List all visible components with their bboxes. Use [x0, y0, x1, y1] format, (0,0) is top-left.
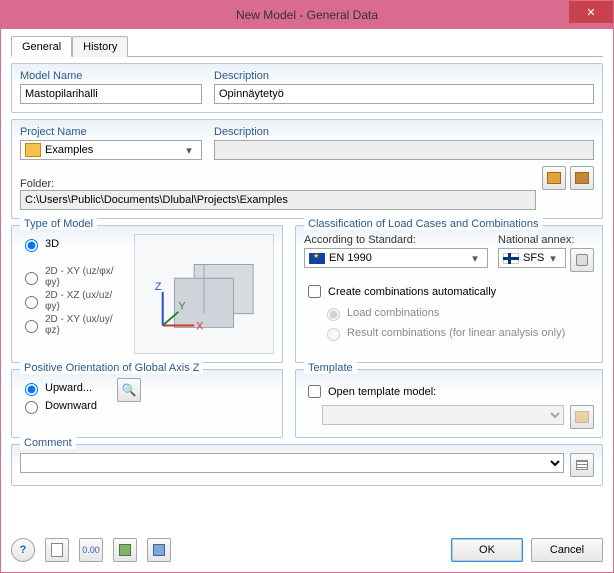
gear-icon — [576, 254, 588, 266]
chk-auto-combinations[interactable]: Create combinations automatically — [304, 282, 594, 301]
group-type-of-model: Type of Model 3D 2D - XY (uz/φx/φy) 2D -… — [11, 225, 283, 363]
model-name-label: Model Name — [20, 70, 202, 82]
template-browse-button[interactable] — [570, 405, 594, 429]
group-project: Project Name Examples ▾ Description — [11, 119, 603, 219]
group-template: Template Open template model: — [295, 369, 603, 438]
client-area: General History Model Name Description P… — [1, 29, 613, 502]
folder-label: Folder: — [20, 178, 54, 190]
group-model-name: Model Name Description — [11, 63, 603, 113]
fi-flag-icon — [503, 253, 519, 264]
chevron-down-icon: ▾ — [181, 144, 197, 157]
settings-icon — [153, 544, 165, 556]
tool-button-4[interactable] — [147, 538, 171, 562]
cancel-button[interactable]: Cancel — [531, 538, 603, 562]
chk-open-template[interactable]: Open template model: — [304, 382, 594, 401]
comment-input[interactable] — [20, 453, 564, 473]
model-name-input[interactable] — [20, 84, 202, 104]
eu-flag-icon — [309, 253, 325, 264]
tab-history[interactable]: History — [72, 36, 128, 57]
std-label: According to Standard: — [304, 234, 488, 246]
svg-text:Z: Z — [155, 281, 162, 293]
chevron-down-icon: ▾ — [467, 252, 483, 265]
folder-open-icon — [547, 172, 561, 184]
tool-button-1[interactable] — [45, 538, 69, 562]
annex-settings-button[interactable] — [570, 248, 594, 272]
standard-select[interactable]: EN 1990 ▾ — [304, 248, 488, 268]
help-icon: ? — [20, 544, 27, 556]
radio-downward[interactable]: Downward — [20, 398, 97, 414]
group-comment: Comment — [11, 444, 603, 486]
tab-strip: General History — [11, 35, 603, 57]
chevron-down-icon: ▾ — [545, 252, 561, 265]
group-orientation: Positive Orientation of Global Axis Z Up… — [11, 369, 283, 438]
tool-button-3[interactable] — [113, 538, 137, 562]
dialog-buttons: OK Cancel — [451, 538, 603, 562]
model-preview: X Y Z — [134, 234, 274, 354]
title-bar: New Model - General Data ✕ — [1, 1, 613, 29]
project-name-label: Project Name — [20, 126, 202, 138]
radio-upward[interactable]: Upward... — [20, 380, 97, 396]
project-desc-input — [214, 140, 594, 160]
database-icon — [575, 172, 589, 184]
svg-text:Y: Y — [178, 301, 185, 313]
bottom-toolbar: ? 0.00 — [11, 538, 171, 562]
template-legend: Template — [304, 362, 357, 374]
annex-label: National annex: — [498, 234, 594, 246]
folder-icon — [575, 411, 589, 423]
comment-legend: Comment — [20, 437, 76, 449]
model-desc-label: Description — [214, 70, 594, 82]
magnifier-icon: 🔍 — [121, 383, 136, 397]
folder-icon — [25, 143, 41, 157]
svg-text:X: X — [196, 320, 203, 332]
annex-select[interactable]: SFS ▾ — [498, 248, 566, 268]
project-browse-button[interactable] — [542, 166, 566, 190]
tool-button-2[interactable]: 0.00 — [79, 538, 103, 562]
add-icon — [119, 544, 131, 556]
close-icon: ✕ — [586, 6, 595, 19]
radio-load-combinations: Load combinations — [322, 305, 594, 321]
dialog-window: New Model - General Data ✕ General Histo… — [0, 0, 614, 573]
orientation-legend: Positive Orientation of Global Axis Z — [20, 362, 203, 374]
orientation-info-button[interactable]: 🔍 — [117, 378, 141, 402]
units-icon: 0.00 — [82, 545, 100, 555]
radio-result-combinations: Result combinations (for linear analysis… — [322, 325, 594, 341]
project-manager-button[interactable] — [570, 166, 594, 190]
radio-3d[interactable]: 3D — [20, 236, 122, 252]
tab-general[interactable]: General — [11, 36, 72, 57]
note-icon — [51, 543, 63, 557]
folder-input — [20, 190, 536, 210]
radio-2d-xz[interactable]: 2D - XZ (ux/uz/φy) — [20, 290, 122, 312]
close-button[interactable]: ✕ — [569, 1, 613, 23]
help-button[interactable]: ? — [11, 538, 35, 562]
type-of-model-legend: Type of Model — [20, 218, 97, 230]
group-classification: Classification of Load Cases and Combina… — [295, 225, 603, 363]
list-icon — [576, 460, 588, 470]
window-title: New Model - General Data — [236, 8, 378, 22]
ok-button[interactable]: OK — [451, 538, 523, 562]
comment-pick-button[interactable] — [570, 453, 594, 477]
classification-legend: Classification of Load Cases and Combina… — [304, 218, 543, 230]
model-desc-input[interactable] — [214, 84, 594, 104]
radio-2d-xy-1[interactable]: 2D - XY (uz/φx/φy) — [20, 266, 122, 288]
project-combo[interactable]: Examples ▾ — [20, 140, 202, 160]
template-select — [322, 405, 564, 425]
project-desc-label: Description — [214, 126, 594, 138]
radio-2d-xy-2[interactable]: 2D - XY (ux/uy/φz) — [20, 314, 122, 336]
project-combo-value: Examples — [45, 144, 93, 156]
